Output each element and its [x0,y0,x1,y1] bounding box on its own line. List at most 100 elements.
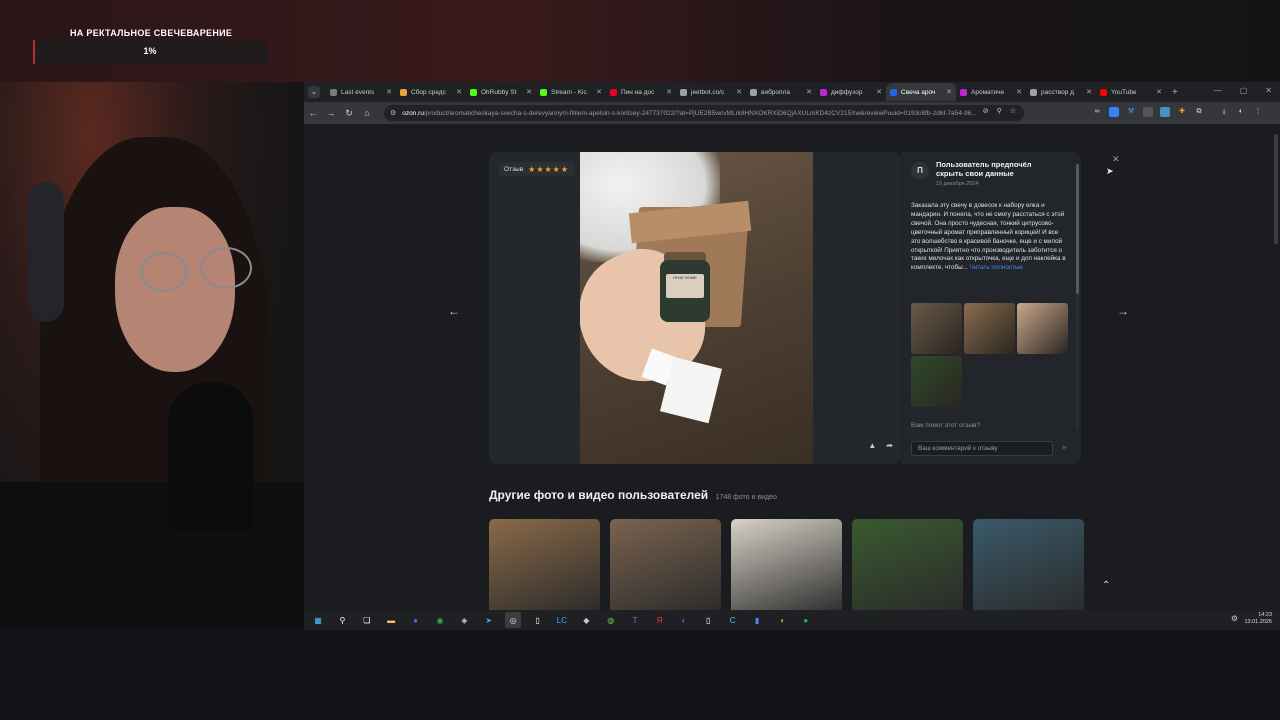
extensions-puzzle-icon[interactable]: ⧉ [1194,107,1204,117]
eye-off-icon[interactable]: ⊘ [983,107,989,115]
scroll-up-icon[interactable]: ⌃ [1102,580,1110,591]
tab-item[interactable]: YouTube ✕ [1096,83,1166,101]
file-icon[interactable]: ▯ [700,612,716,628]
app-icon[interactable]: ◆ [578,612,594,628]
tab-close-icon[interactable]: ✕ [1086,88,1092,96]
bookmark-star-icon[interactable]: ☆ [1010,107,1016,115]
tab-close-icon[interactable]: ✕ [666,88,672,96]
sidebar-scrollbar[interactable] [1076,164,1079,430]
task-view-icon[interactable]: ❏ [359,612,375,628]
tab-close-icon[interactable]: ✕ [806,88,812,96]
tray-icon[interactable]: ⚙ [1231,614,1238,623]
obs-icon[interactable]: ◎ [505,612,522,628]
lightshot-icon[interactable]: LC [554,612,570,628]
extension-icon[interactable] [1143,107,1153,117]
review-thumbnail[interactable] [911,303,962,354]
forward-icon[interactable]: → [322,108,340,118]
read-more-link[interactable]: Читать полностью [970,264,1023,271]
review-author: Пользователь предпочёл скрыть свои данны… [936,160,1032,178]
gallery-item[interactable] [973,519,1084,610]
app-icon-3[interactable]: ◐ [676,612,692,628]
reload-icon[interactable]: ↻ [340,108,358,119]
browser-window: ⌄ Last events ✕ Сбор средс ✕ OhRubby St ✕ Stre… [304,82,1280,610]
tab-close-icon[interactable]: ✕ [736,88,742,96]
tab-close-icon[interactable]: ✕ [1016,88,1022,96]
sidebar-scroll-thumb[interactable] [1076,164,1079,294]
review-thumbnail[interactable] [1017,303,1068,354]
prev-arrow-icon[interactable]: ← [448,304,460,318]
windows-icon[interactable]: ▦ [310,612,326,628]
extension-icon[interactable] [1109,107,1119,117]
site-info-icon[interactable]: ⚙ [390,109,396,117]
share-icon[interactable]: ➦ [886,441,893,450]
tab-item[interactable]: расствор д ✕ [1026,83,1096,101]
rating-stars-icon: ★★★★★ [528,164,569,174]
stats-icon[interactable]: ▮ [749,612,765,628]
tab-item[interactable]: Ароматиче ✕ [956,83,1026,101]
app-icon-2[interactable]: ◍ [603,612,619,628]
tab-item[interactable]: OhRubby St ✕ [466,83,536,101]
next-arrow-icon[interactable]: → [1117,304,1129,318]
notepad-icon[interactable]: ▯ [530,612,546,628]
tab-favicon-icon [610,88,617,96]
search-icon[interactable]: ⚲ [334,612,350,628]
tab-item[interactable]: Свеча ароч ✕ [886,83,956,101]
report-icon[interactable]: ▲ [868,441,876,450]
tab-close-icon[interactable]: ✕ [386,88,392,96]
explorer-icon[interactable]: ▬ [383,612,399,628]
comment-input[interactable]: Ваш комментарий к отзыву [911,441,1053,456]
tab-label: диффузор [831,88,863,96]
tab-item[interactable]: диффузор ✕ [816,83,886,101]
gallery-item[interactable] [489,519,600,610]
download-icon[interactable]: ⤓ [1219,107,1229,117]
back-icon[interactable]: ← [304,108,322,118]
gallery-item[interactable] [731,519,842,610]
close-icon[interactable]: ✕ [1112,154,1120,165]
tab-close-icon[interactable]: ✕ [456,88,462,96]
tab-item[interactable]: вибропла ✕ [746,83,816,101]
tab-item[interactable]: Сбор средс ✕ [396,83,466,101]
gallery-item[interactable] [610,519,721,610]
telegram-icon[interactable]: ➤ [481,612,497,628]
clock[interactable]: 14:23 13.01.2026 [1244,612,1272,626]
review-thumbnail[interactable] [911,356,962,407]
tab-close-icon[interactable]: ✕ [876,88,882,96]
maximize-icon[interactable]: ▢ [1240,86,1248,95]
review-thumbnail[interactable] [964,303,1015,354]
extension-icon[interactable]: ∞ [1092,107,1102,117]
steam-icon[interactable]: ◈ [456,612,472,628]
tab-close-icon[interactable]: ✕ [946,88,952,96]
review-photo[interactable]: HIVIE HOME [580,152,813,464]
gallery-item[interactable] [852,519,963,610]
url-path: /product/aromaticheskaya-svecha-s-derevy… [423,109,977,117]
extension-icon[interactable] [1160,107,1170,117]
tab-favicon-icon [540,88,547,96]
tab-close-icon[interactable]: ✕ [1156,88,1162,96]
home-icon[interactable]: ⌂ [358,108,376,118]
close-window-icon[interactable]: ✕ [1265,86,1272,95]
send-icon[interactable]: ➤ [1061,443,1068,452]
app-icon-4[interactable]: ◑ [773,612,789,628]
zoom-icon[interactable]: ⚲ [997,107,1002,115]
tab-item[interactable]: Пин на дос ✕ [606,83,676,101]
tab-item[interactable]: Stream - Kic ✕ [536,83,606,101]
extension-icon[interactable]: ✚ [1177,107,1187,117]
cursor-app-icon[interactable]: C [725,612,741,628]
new-tab-icon[interactable]: + [1172,87,1178,98]
yandex-icon[interactable]: Я [651,612,667,628]
t-app-icon[interactable]: T [627,612,643,628]
discord-icon[interactable]: ● [408,612,424,628]
tab-item[interactable]: Last events ✕ [326,83,396,101]
minimize-icon[interactable]: — [1214,86,1222,95]
address-bar[interactable]: ⚙ ozon.ru /product/aromaticheskaya-svech… [384,105,1024,121]
chrome-icon[interactable]: ◉ [432,612,448,628]
profile-icon[interactable]: ◐ [1236,107,1246,117]
tab-close-icon[interactable]: ✕ [596,88,602,96]
tab-item[interactable]: jeetbot.co/c ✕ [676,83,746,101]
menu-dots-icon[interactable]: ⋮ [1253,107,1263,117]
page-scrollbar[interactable] [1274,134,1278,244]
spotify-icon[interactable]: ● [798,612,814,628]
tab-close-icon[interactable]: ✕ [526,88,532,96]
tab-search-icon[interactable]: ⌄ [308,86,320,98]
extension-icon[interactable]: ⚒ [1126,107,1136,117]
